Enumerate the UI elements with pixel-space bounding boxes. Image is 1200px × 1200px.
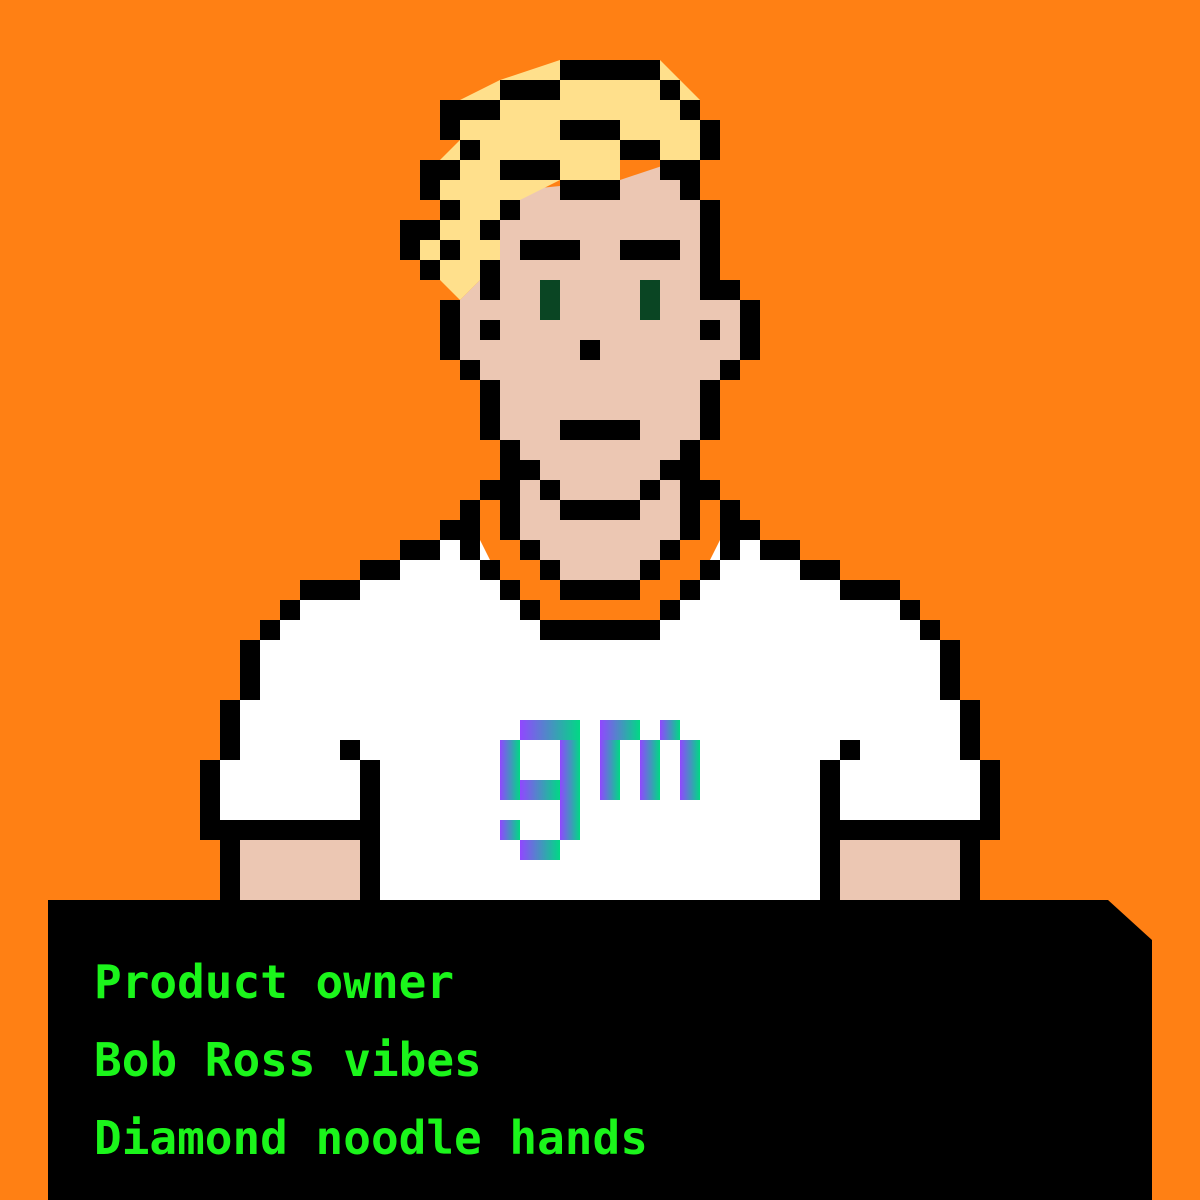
caption-box: Product owner Bob Ross vibes Diamond noo… [48, 900, 1152, 1200]
nose [580, 340, 600, 360]
caption-line-role: Product owner [94, 955, 455, 1009]
caption-line-hands: Diamond noodle hands [94, 1111, 648, 1165]
mouth [560, 420, 640, 440]
caption-line-vibe: Bob Ross vibes [94, 1033, 482, 1087]
